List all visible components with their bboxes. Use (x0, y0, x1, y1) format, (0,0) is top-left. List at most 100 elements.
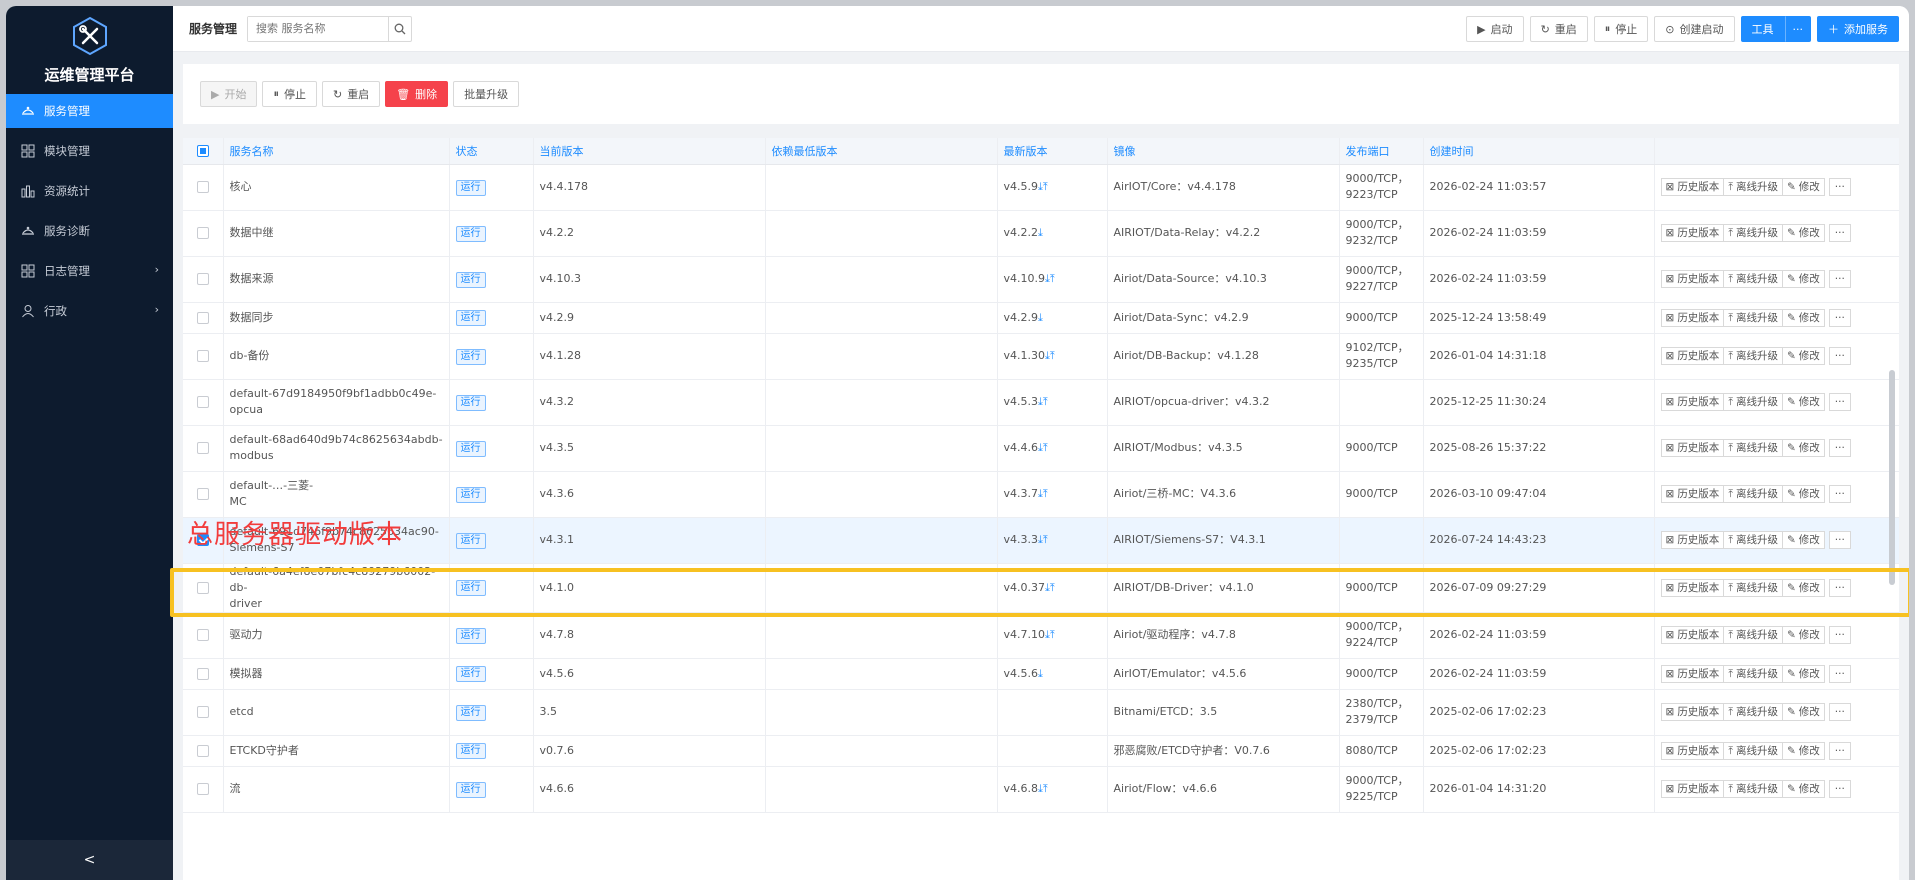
sidebar-item-4[interactable]: 日志管理 › (6, 254, 173, 288)
offline-upgrade-button[interactable]: ⤒ 离线升级 (1723, 485, 1783, 503)
edit-button[interactable]: ✎ 修改 (1781, 578, 1825, 597)
row-checkbox[interactable] (196, 350, 209, 362)
row-checkbox[interactable] (196, 396, 209, 408)
bulk-delete-button[interactable]: 🗑 删除 (385, 81, 449, 107)
offline-upgrade-button[interactable]: ⤒ 离线升级 (1723, 626, 1783, 644)
offline-upgrade-button[interactable]: ⤒ 离线升级 (1723, 664, 1783, 683)
history-version-button[interactable]: ⊠ 历史版本 (1660, 741, 1725, 760)
select-all-checkbox[interactable] (196, 144, 209, 157)
history-version-button[interactable]: ⊠ 历史版本 (1660, 578, 1725, 597)
row-more-button[interactable]: ··· (1828, 347, 1851, 365)
upgrade-download-icon[interactable]: ⤓ (1038, 311, 1043, 324)
table-row[interactable]: 数据中继 运行 v4.2.2 v4.2.2⤓ AIRIOT/Data-Relay：v4.… (183, 210, 1899, 257)
row-checkbox[interactable] (196, 667, 209, 680)
table-row[interactable]: 驱动力 运行 v4.7.8 v4.7.10⤓⤒ Airiot/驱动程序：v4.7.8 90… (183, 612, 1899, 659)
row-more-button[interactable]: ··· (1828, 703, 1851, 721)
history-version-button[interactable]: ⊠ 历史版本 (1660, 270, 1725, 288)
row-more-button[interactable]: ··· (1828, 439, 1851, 457)
row-checkbox[interactable] (196, 442, 209, 454)
row-more-button[interactable]: ··· (1828, 270, 1851, 288)
history-version-button[interactable]: ⊠ 历史版本 (1660, 780, 1725, 798)
edit-button[interactable]: ✎ 修改 (1781, 224, 1825, 242)
offline-upgrade-button[interactable]: ⤒ 离线升级 (1723, 703, 1783, 721)
table-row[interactable]: ETCKD守护者 运行 v0.7.6 邪恶腐败/ETCD守护者：V0.7.6 8080/… (183, 735, 1899, 767)
offline-upgrade-button[interactable]: ⤒ 离线升级 (1723, 741, 1783, 760)
history-version-button[interactable]: ⊠ 历史版本 (1660, 664, 1725, 683)
sidebar-collapse-button[interactable]: < (6, 840, 173, 880)
table-row[interactable]: default-68ad640d9b74c8625634abdb- modbus… (183, 425, 1899, 472)
col-name[interactable]: 服务名称 (223, 138, 450, 165)
row-checkbox[interactable] (196, 311, 209, 324)
table-row[interactable]: default-6a4ef8e07bfc4c89279b6002-db- dri… (183, 563, 1899, 613)
offline-upgrade-button[interactable]: ⤒ 离线升级 (1723, 178, 1783, 196)
upgrade-download-icon[interactable]: ⤓⤒ (1038, 782, 1048, 795)
row-more-button[interactable]: ··· (1828, 485, 1851, 503)
upgrade-download-icon[interactable]: ⤓⤒ (1038, 441, 1048, 454)
upgrade-download-icon[interactable]: ⤓⤒ (1045, 628, 1055, 641)
edit-button[interactable]: ✎ 修改 (1781, 270, 1825, 288)
table-row[interactable]: default-67d9184950f9bf1adbb0c49e- opcua 运… (183, 379, 1899, 426)
row-checkbox[interactable] (196, 488, 209, 500)
table-row[interactable]: 模拟器 运行 v4.5.6 v4.5.6⤓ AirIOT/Emulator：v4.5.6… (183, 658, 1899, 690)
history-version-button[interactable]: ⊠ 历史版本 (1660, 703, 1725, 721)
upgrade-download-icon[interactable]: ⤓⤒ (1038, 180, 1048, 193)
history-version-button[interactable]: ⊠ 历史版本 (1660, 347, 1725, 365)
edit-button[interactable]: ✎ 修改 (1781, 626, 1825, 644)
table-row[interactable]: 流运行 v4.6.6 v4.6.8⤓⤒ Airiot/Flow：v4.6.6 9000/… (183, 766, 1899, 813)
edit-button[interactable]: ✎ 修改 (1781, 741, 1825, 760)
upgrade-download-icon[interactable]: ⤓⤒ (1038, 487, 1048, 500)
table-row[interactable]: default-691d746f9b74c8625634ac90- Siemen… (183, 517, 1899, 564)
history-version-button[interactable]: ⊠ 历史版本 (1660, 393, 1725, 411)
table-row[interactable]: 核心 运行 v4.4.178 v4.5.9⤓⤒ AirIOT/Core：v4.4.178… (183, 164, 1899, 211)
table-row[interactable]: db-备份 运行 v4.1.28 v4.1.30⤓⤒ Airiot/DB-Backup：… (183, 333, 1899, 380)
row-checkbox[interactable] (196, 181, 209, 193)
edit-button[interactable]: ✎ 修改 (1781, 178, 1825, 196)
row-more-button[interactable]: ··· (1828, 393, 1851, 411)
table-scrollbar[interactable] (1889, 370, 1895, 585)
search-input[interactable] (248, 16, 389, 41)
upgrade-download-icon[interactable]: ⤓⤒ (1045, 581, 1055, 594)
edit-button[interactable]: ✎ 修改 (1781, 347, 1825, 365)
row-more-button[interactable]: ··· (1828, 531, 1851, 549)
upgrade-download-icon[interactable]: ⤓ (1038, 667, 1043, 680)
offline-upgrade-button[interactable]: ⤒ 离线升级 (1723, 578, 1783, 597)
offline-upgrade-button[interactable]: ⤒ 离线升级 (1723, 270, 1783, 288)
add-service-button[interactable]: ＋ 添加服务 (1817, 16, 1899, 42)
upgrade-download-icon[interactable]: ⤓⤒ (1045, 272, 1055, 285)
row-checkbox[interactable] (196, 629, 209, 641)
history-version-button[interactable]: ⊠ 历史版本 (1660, 485, 1725, 503)
edit-button[interactable]: ✎ 修改 (1781, 485, 1825, 503)
sidebar-item-5[interactable]: 行政 › (6, 294, 173, 328)
row-checkbox[interactable] (196, 783, 209, 795)
bulk-start-button[interactable]: ▶ 开始 (200, 81, 258, 107)
stop-button[interactable]: ⏸ 停止 (1593, 16, 1649, 42)
sidebar-item-3[interactable]: 服务诊断 (6, 214, 173, 248)
upgrade-download-icon[interactable]: ⤓ (1038, 226, 1043, 239)
table-row[interactable]: 数据来源 运行 v4.10.3 v4.10.9⤓⤒ Airiot/Data-Source… (183, 256, 1899, 303)
edit-button[interactable]: ✎ 修改 (1781, 703, 1825, 721)
edit-button[interactable]: ✎ 修改 (1781, 393, 1825, 411)
offline-upgrade-button[interactable]: ⤒ 离线升级 (1723, 780, 1783, 798)
sidebar-item-1[interactable]: 模块管理 (6, 134, 173, 168)
history-version-button[interactable]: ⊠ 历史版本 (1660, 224, 1725, 242)
edit-button[interactable]: ✎ 修改 (1781, 439, 1825, 457)
create-start-button[interactable]: ⊙ 创建启动 (1654, 16, 1735, 42)
history-version-button[interactable]: ⊠ 历史版本 (1660, 531, 1725, 549)
col-ports[interactable]: 发布端口 (1339, 138, 1424, 165)
history-version-button[interactable]: ⊠ 历史版本 (1660, 626, 1725, 644)
table-row[interactable]: etcd 运行 3.5 Bitnami/ETCD：3.5 2380/TCP， 2379/… (183, 689, 1899, 736)
bulk-stop-button[interactable]: ⏸ 停止 (262, 81, 317, 107)
batch-upgrade-button[interactable]: 批量升级 (453, 81, 520, 107)
edit-button[interactable]: ✎ 修改 (1781, 780, 1825, 798)
row-checkbox[interactable] (196, 706, 209, 718)
table-row[interactable]: 数据同步 运行 v4.2.9 v4.2.9⤓ Airiot/Data-Sync：v4.2… (183, 302, 1899, 334)
col-status[interactable]: 状态 (449, 138, 534, 165)
history-version-button[interactable]: ⊠ 历史版本 (1660, 439, 1725, 457)
edit-button[interactable]: ✎ 修改 (1781, 664, 1825, 683)
row-more-button[interactable]: ··· (1828, 308, 1851, 327)
restart-button[interactable]: ↻ 重启 (1529, 16, 1588, 42)
col-image[interactable]: 镜像 (1107, 138, 1340, 165)
row-more-button[interactable]: ··· (1828, 224, 1851, 242)
col-latest-version[interactable]: 最新版本 (997, 138, 1108, 165)
bulk-restart-button[interactable]: ↻ 重启 (321, 81, 381, 107)
